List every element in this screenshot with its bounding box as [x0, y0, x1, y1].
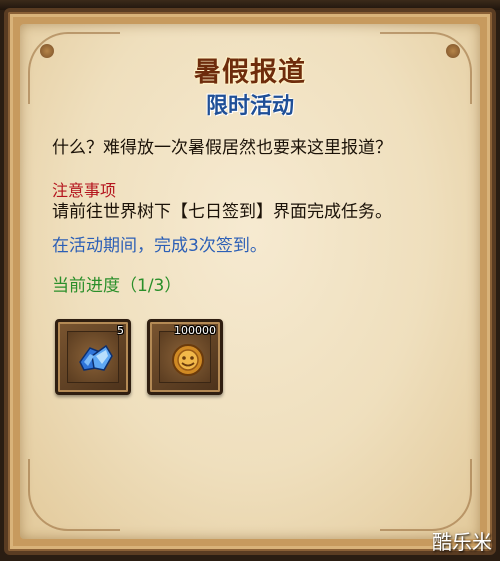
progress-text: 当前进度（1/3）	[52, 276, 182, 296]
reward-slot-crystal[interactable]: 5	[55, 319, 131, 395]
ornament-corner	[28, 459, 120, 531]
reward-count: 100000	[174, 324, 216, 337]
notice-body: 请前往世界树下【七日签到】界面完成任务。	[52, 202, 392, 222]
intro-question: 什么？难得放一次暑假居然也要来这里报道？	[52, 138, 392, 158]
reward-count: 5	[117, 324, 124, 337]
blue-crystal-icon	[79, 344, 113, 371]
gold-coin-icon	[172, 344, 204, 376]
event-title: 暑假报道	[194, 57, 306, 88]
site-watermark: 酷乐米	[432, 530, 492, 554]
event-subtitle: 限时活动	[205, 94, 294, 119]
reward-slot-coin[interactable]: 100000	[147, 319, 223, 395]
activity-requirement: 在活动期间，完成3次签到。	[52, 236, 267, 256]
ornament-corner	[380, 459, 472, 531]
